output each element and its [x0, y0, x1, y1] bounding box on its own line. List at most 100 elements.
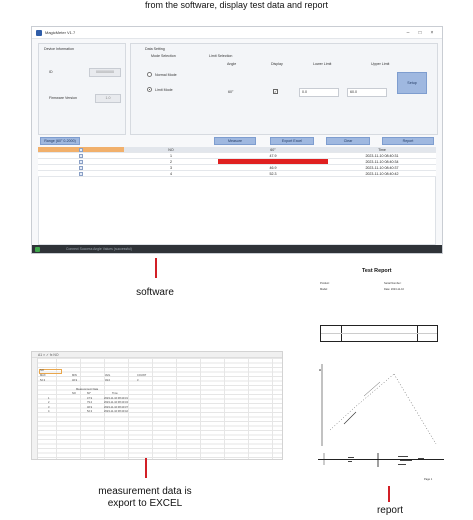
row-no: 3 [170, 166, 172, 170]
row-checkbox-cell[interactable] [38, 159, 124, 164]
row-no: 1 [170, 154, 172, 158]
row-value: 47.9 [269, 154, 277, 158]
limit-selection-title: Limit Selection [209, 54, 233, 58]
excel-summary-value: 3 [137, 378, 139, 382]
table-select-header[interactable] [38, 147, 124, 152]
row-checkbox[interactable] [79, 172, 83, 176]
excel-detail-cell: 46.9 [87, 405, 93, 409]
app-icon [36, 29, 42, 36]
excel-summary-header: AVG [105, 374, 111, 377]
excel-detail-cell: 1 [48, 396, 50, 400]
excel-grid [32, 358, 282, 459]
id-field: 000000000 [89, 68, 121, 77]
export-excel-button[interactable]: Export Excel [270, 137, 314, 145]
normal-mode-radio[interactable] [147, 72, 152, 77]
status-text: Connect Success Angle Values (successful… [66, 247, 132, 251]
limit-mode-label: Limit Mode [155, 88, 173, 92]
row-value: 46.9 [269, 166, 277, 170]
lower-limit-header: Lower Limit [313, 62, 332, 66]
mode-selection-title: Mode Selection [151, 54, 176, 58]
row-checkbox-cell[interactable] [38, 153, 124, 158]
row-value: 52.3 [269, 172, 277, 176]
row-no: 2 [170, 160, 172, 164]
table-header-angle: 60° [270, 148, 276, 152]
row-checkbox[interactable] [79, 154, 83, 158]
excel-label-line2: export to EXCEL [107, 498, 183, 509]
row-no: 4 [170, 172, 172, 176]
row-checkbox[interactable] [79, 160, 83, 164]
minimize-button[interactable]: – [402, 30, 414, 36]
excel-detail-cell: 2023-11-10 08:40:42 [104, 410, 128, 413]
excel-detail-cell: 2023-11-10 08:40:34 [104, 401, 128, 404]
excel-detail-cell: 79.2 [87, 401, 93, 404]
table-row[interactable]: 4 52.3 2023-11-10 08:40:42 [38, 171, 436, 177]
excel-detail-cell: 52.3 [87, 410, 93, 413]
excel-summary-header: MAX [40, 374, 46, 377]
software-connector-line [155, 258, 157, 278]
data-setting-panel: Data Setting Mode Selection Normal Mode … [130, 43, 438, 135]
setup-button[interactable]: Setup [397, 72, 427, 94]
data-setting-title: Data Setting [145, 47, 165, 51]
excel-detail-cell: 47.9 [87, 396, 93, 400]
excel-label-line1: measurement data is [98, 486, 192, 497]
excel-summary-header: NO [40, 369, 44, 372]
excel-detail-cell: 4 [48, 410, 50, 413]
excel-summary-value: 52.3 [40, 378, 46, 382]
excel-summary-header: COUNT [137, 374, 147, 377]
excel-detail-header: 60° [87, 392, 91, 395]
table-header-no: NO [168, 148, 174, 152]
row-time: 2023-11-10 08:40:34 [365, 160, 399, 164]
report-footer-marks [323, 453, 424, 467]
angle-col-header: Angle [227, 62, 237, 66]
device-info-title: Device Information [44, 47, 74, 51]
row-value-out-of-limit [218, 159, 328, 164]
excel-detail-cell: 2 [48, 401, 50, 404]
row-checkbox[interactable] [79, 166, 83, 170]
upper-limit-input[interactable]: 60.0 [347, 88, 387, 97]
row-checkbox-cell[interactable] [38, 165, 124, 170]
connection-status-icon [35, 246, 40, 252]
data-table: NO 60° Time 1 47.9 2023-11-10 08:40:31 2… [38, 147, 436, 177]
report-summary-table [320, 325, 438, 342]
lower-limit-input[interactable]: 0.0 [299, 88, 339, 97]
row-checkbox-cell[interactable] [38, 171, 124, 176]
range-button[interactable]: Range (60° 0-2000) [40, 137, 80, 145]
normal-mode-label: Normal Mode [155, 73, 177, 77]
row-time: 2023-11-10 08:40:37 [365, 166, 399, 170]
excel-detail-title: Measurement Data [76, 387, 99, 391]
status-bar: Connect Success Angle Values (successful… [32, 245, 442, 253]
report-connector-line [388, 486, 390, 502]
excel-detail-cell: 2023-11-10 08:40:31 [104, 396, 128, 400]
limit-mode-radio[interactable] [147, 87, 152, 92]
device-info-panel: Device Information ID 000000000 Firmware… [38, 43, 126, 135]
window-title: MagicMeter V1.7 [45, 30, 76, 35]
close-button[interactable]: × [426, 30, 438, 36]
report-label: report [376, 505, 404, 516]
clear-button[interactable]: Clear [326, 137, 370, 145]
report-meta-left: Product: [320, 282, 330, 285]
display-checkbox[interactable]: ✓ [273, 89, 278, 94]
report-meta-left: Model: [320, 288, 328, 291]
excel-summary-value: 49.0 [105, 378, 111, 382]
display-col-header: Display [271, 62, 283, 66]
excel-detail-cell: 2023-11-10 08:40:37 [104, 405, 128, 409]
maximize-button[interactable]: □ [414, 30, 426, 36]
report-footer: Page 1 [424, 478, 433, 481]
top-caption: from the software, display test data and… [144, 0, 329, 10]
firmware-field: 1.0 [95, 94, 121, 103]
excel-summary-header: MIN [72, 374, 77, 377]
report-button[interactable]: Report [382, 137, 434, 145]
excel-detail-cell: 3 [48, 405, 50, 409]
excel-row-headers [32, 358, 38, 459]
report-page: Test Report Product: Model: Serial Numbe… [312, 266, 447, 486]
select-all-checkbox[interactable] [79, 148, 83, 152]
upper-limit-header: Upper Limit [371, 62, 390, 66]
firmware-label: Firmware Version [49, 96, 77, 100]
measure-button[interactable]: Measure [214, 137, 256, 145]
software-label: software [136, 287, 174, 298]
report-title: Test Report [362, 268, 392, 274]
excel-connector-line [145, 458, 147, 478]
id-label: ID [49, 70, 53, 74]
report-chart [319, 364, 437, 446]
report-meta-right: Date: 2023-11-10 [384, 288, 404, 291]
